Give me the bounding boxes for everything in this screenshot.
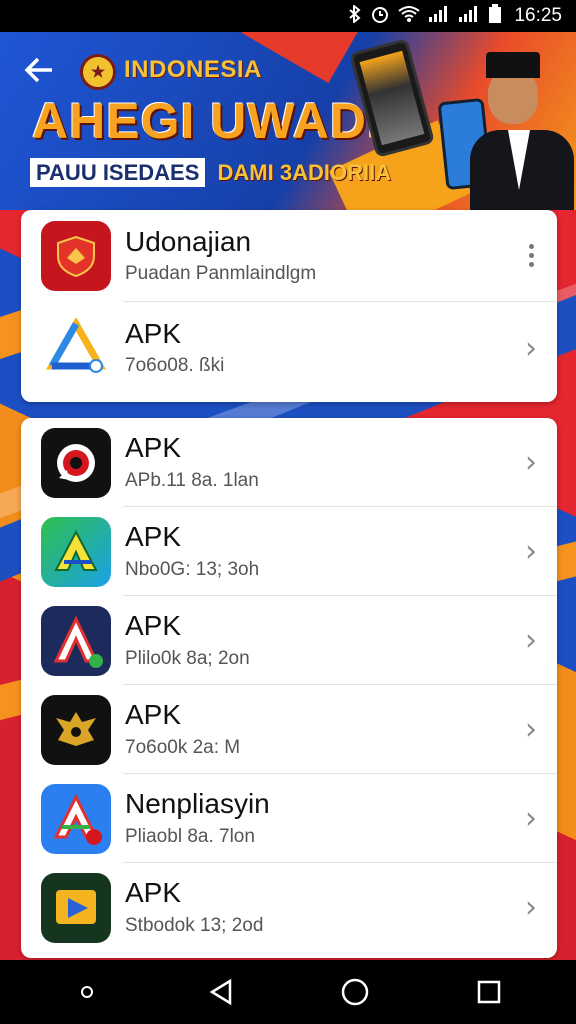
list-item-subtitle: Nbo0G: 13; 3oh xyxy=(125,558,260,580)
list-item-subtitle: 7o6o0k 2a: M xyxy=(125,736,241,758)
chevron-right-icon: › xyxy=(525,445,537,480)
play-app-icon xyxy=(41,872,111,943)
banner-subtitle: PAUU ISEDAES DAMI 3ADIORIIA xyxy=(30,158,397,187)
list-item-subtitle: Pliaobl 8a. 7lon xyxy=(125,825,255,847)
banner-subtitle-part-b: DAMI 3ADIORIIA xyxy=(217,160,392,185)
list-item-title: APK xyxy=(125,521,182,553)
chevron-right-icon: › xyxy=(525,534,537,569)
red-shield-app-icon xyxy=(41,221,111,291)
list-item-title: APK xyxy=(125,432,182,464)
featured-apps-card: Udonajian Puadan Panmlaindlgm APK 7o6o08… xyxy=(21,210,557,402)
list-item[interactable]: Nenpliasyin Pliaobl 8a. 7lon › xyxy=(21,774,557,863)
green-a-app-icon xyxy=(41,516,111,587)
back-arrow-icon[interactable] xyxy=(24,54,54,93)
list-item[interactable]: APK Stbodok 13; 2od › xyxy=(21,863,557,952)
list-item[interactable]: APK Nbo0G: 13; 3oh › xyxy=(21,507,557,596)
status-bar: 16:25 xyxy=(0,0,576,32)
alarm-icon xyxy=(370,4,390,29)
list-item-subtitle: Stbodok 13; 2od xyxy=(125,914,264,936)
chevron-right-icon: › xyxy=(525,330,537,366)
list-item-title: APK xyxy=(125,877,182,909)
list-item[interactable]: APK APb.11 8a. 1lan › xyxy=(21,418,557,507)
list-item[interactable]: Udonajian Puadan Panmlaindlgm xyxy=(21,210,557,302)
chevron-right-icon: › xyxy=(525,890,537,925)
recents-dot-icon[interactable] xyxy=(57,967,117,1017)
chevron-right-icon: › xyxy=(525,623,537,658)
overview-square-icon[interactable] xyxy=(459,967,519,1017)
list-item[interactable]: APK Plilo0k 8a; 2on › xyxy=(21,596,557,685)
more-options-icon[interactable] xyxy=(529,244,535,271)
wifi-icon xyxy=(398,5,421,28)
back-triangle-icon[interactable] xyxy=(191,967,251,1017)
banner-brand: INDONESIA xyxy=(124,56,262,83)
status-time: 16:25 xyxy=(514,5,562,26)
list-item-subtitle: Plilo0k 8a; 2on xyxy=(125,647,250,669)
red-circle-app-icon xyxy=(41,427,111,498)
garuda-app-icon xyxy=(41,694,111,765)
chevron-right-icon: › xyxy=(525,712,537,747)
list-item-title: Udonajian xyxy=(125,225,252,257)
navigation-bar xyxy=(0,960,576,1024)
list-item-title: Nenpliasyin xyxy=(125,788,270,820)
navy-a-app-icon xyxy=(41,605,111,676)
emblem-icon: ★ xyxy=(80,54,116,90)
list-item-title: APK xyxy=(125,699,182,731)
list-item-subtitle: APb.11 8a. 1lan xyxy=(125,469,259,491)
list-item-subtitle: 7o6o08. ßki xyxy=(125,355,225,377)
apps-list-card: APK APb.11 8a. 1lan › APK Nbo0G: 13; 3oh… xyxy=(21,418,557,958)
person-illustration xyxy=(470,38,574,210)
signal-icon xyxy=(428,5,450,28)
list-item-title: APK xyxy=(125,317,182,349)
chevron-right-icon: › xyxy=(525,801,537,836)
blue-a-app-icon xyxy=(41,783,111,854)
list-item[interactable]: APK 7o6o08. ßki › xyxy=(21,302,557,394)
list-item-title: APK xyxy=(125,610,182,642)
header-banner: ★ INDONESIA AHEGI UWADIA PAUU ISEDAES DA… xyxy=(0,32,576,210)
home-circle-icon[interactable] xyxy=(325,967,385,1017)
bluetooth-icon xyxy=(348,3,362,28)
list-item-subtitle: Puadan Panmlaindlgm xyxy=(125,263,317,285)
battery-icon xyxy=(488,3,502,29)
signal-icon-2 xyxy=(458,5,480,28)
triangle-logo-app-icon xyxy=(41,313,111,383)
banner-subtitle-part-a: PAUU ISEDAES xyxy=(30,158,206,187)
list-item[interactable]: APK 7o6o0k 2a: M › xyxy=(21,685,557,774)
